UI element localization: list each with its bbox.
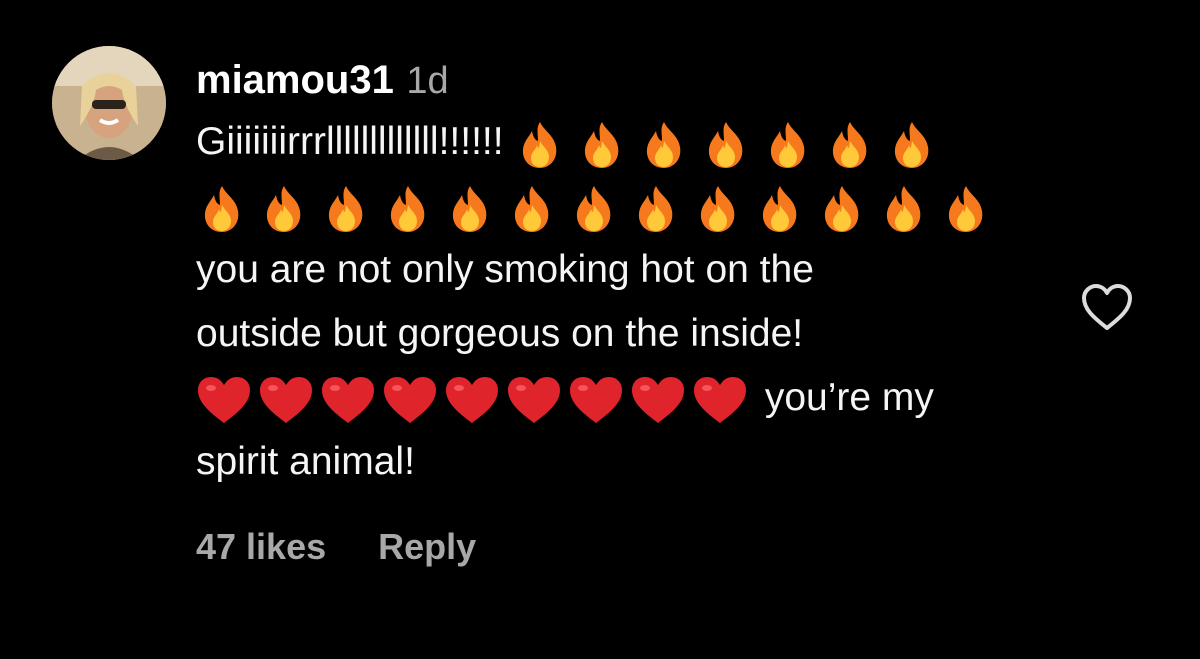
comment: miamou31 1d Giiiiiiirrrlllllllllllll!!!!… — [0, 0, 1200, 659]
fire-emoji — [568, 183, 620, 235]
comment-footer: 47 likes Reply — [196, 526, 476, 568]
red-heart-emoji — [320, 376, 376, 426]
comment-line-3: you are not only smoking hot on the — [196, 248, 814, 291]
fire-emoji — [258, 183, 310, 235]
fire-emoji — [886, 119, 938, 171]
comment-header: miamou31 1d — [196, 58, 449, 104]
red-heart-emoji — [692, 376, 748, 426]
fire-emoji — [824, 119, 876, 171]
fire-emoji — [196, 183, 248, 235]
fire-emoji — [762, 119, 814, 171]
fire-emoji-row-1 — [514, 112, 948, 176]
likes-count[interactable]: 47 likes — [196, 526, 326, 567]
fire-emoji-row-2 — [196, 176, 1002, 240]
heart-emoji-row — [196, 368, 754, 432]
red-heart-emoji — [196, 376, 252, 426]
fire-emoji — [692, 183, 744, 235]
fire-emoji — [382, 183, 434, 235]
red-heart-emoji — [382, 376, 438, 426]
fire-emoji — [444, 183, 496, 235]
fire-emoji — [940, 183, 992, 235]
fire-emoji — [700, 119, 752, 171]
avatar-photo-icon — [52, 46, 166, 160]
comment-text: Giiiiiiirrrlllllllllllll!!!!!! you are n… — [196, 110, 1076, 494]
timestamp[interactable]: 1d — [406, 60, 448, 102]
fire-emoji — [506, 183, 558, 235]
red-heart-emoji — [258, 376, 314, 426]
user-avatar[interactable] — [52, 46, 166, 160]
fire-emoji — [878, 183, 930, 235]
comment-exclamation-text: Giiiiiiirrrlllllllllllll!!!!!! — [196, 120, 504, 163]
red-heart-emoji — [506, 376, 562, 426]
comment-line-5: you’re my — [196, 366, 1076, 430]
comment-line-2 — [196, 174, 1076, 238]
comment-line-6: spirit animal! — [196, 440, 415, 483]
username[interactable]: miamou31 — [196, 58, 394, 102]
comment-line-5-text: you’re my — [764, 376, 934, 419]
fire-emoji — [754, 183, 806, 235]
fire-emoji — [514, 119, 566, 171]
red-heart-emoji — [630, 376, 686, 426]
comment-line-4: outside but gorgeous on the inside! — [196, 312, 804, 355]
comment-line-1: Giiiiiiirrrlllllllllllll!!!!!! — [196, 110, 1076, 174]
reply-button[interactable]: Reply — [378, 526, 476, 567]
fire-emoji — [630, 183, 682, 235]
heart-outline-icon[interactable] — [1080, 282, 1134, 332]
red-heart-emoji — [568, 376, 624, 426]
red-heart-emoji — [444, 376, 500, 426]
fire-emoji — [816, 183, 868, 235]
fire-emoji — [320, 183, 372, 235]
fire-emoji — [638, 119, 690, 171]
fire-emoji — [576, 119, 628, 171]
